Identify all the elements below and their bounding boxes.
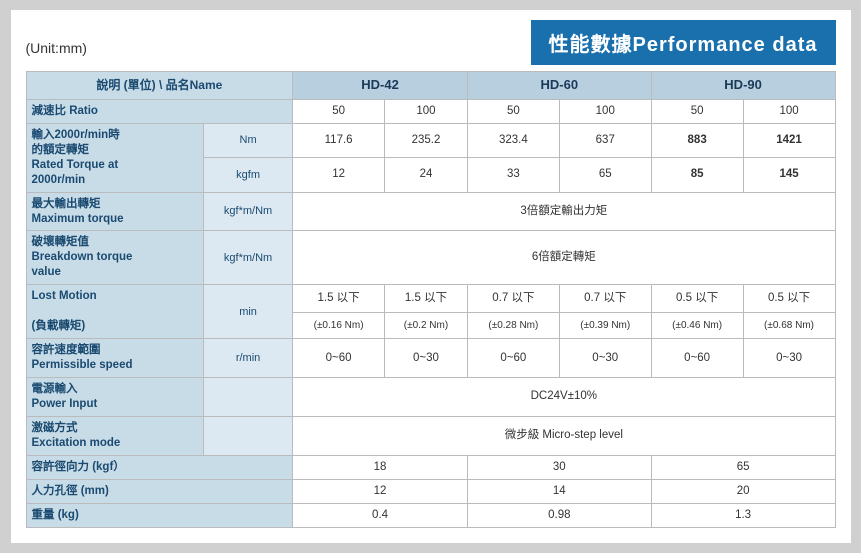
lm-sub-hd90-50: (±0.46 Nm) [651, 313, 743, 339]
ratio-hd42-50: 50 [293, 99, 385, 123]
torque-kgfm-unit: kgfm [203, 158, 292, 192]
weight-row: 重量 (kg) 0.4 0.98 1.3 [26, 503, 835, 527]
ps-hd60-100: 0~30 [559, 339, 651, 378]
lm-hd42-50: 1.5 以下 [293, 285, 385, 313]
torque-nm-hd90-50: 883 [651, 123, 743, 157]
lost-motion-row: Lost Motion(負載轉矩) min 1.5 以下 1.5 以下 0.7 … [26, 285, 835, 313]
page-title: 性能數據Performance data [531, 20, 836, 65]
bore-row: 人力孔徑 (mm) 12 14 20 [26, 479, 835, 503]
model-hd42: HD-42 [293, 72, 468, 100]
lm-hd60-100: 0.7 以下 [559, 285, 651, 313]
torque-nm-unit: Nm [203, 123, 292, 157]
power-input-label: 電源輸入Power Input [26, 377, 203, 416]
power-input-value: DC24V±10% [293, 377, 835, 416]
lost-motion-unit: min [203, 285, 292, 339]
ps-hd42-100: 0~30 [385, 339, 468, 378]
max-torque-row: 最大輸出轉矩Maximum torque kgf*m/Nm 3倍額定輸出力矩 [26, 192, 835, 231]
torque-kgfm-hd90-50: 85 [651, 158, 743, 192]
lm-hd90-50: 0.5 以下 [651, 285, 743, 313]
radial-force-label: 容許徑向力 (kgf） [26, 455, 293, 479]
bore-hd42: 12 [293, 479, 468, 503]
weight-hd90: 1.3 [651, 503, 835, 527]
torque-nm-hd42-50: 117.6 [293, 123, 385, 157]
unit-label: (Unit:mm) [26, 20, 87, 56]
ratio-hd60-100: 100 [559, 99, 651, 123]
torque-kgfm-hd42-50: 12 [293, 158, 385, 192]
ps-hd90-100: 0~30 [743, 339, 835, 378]
desc-header: 說明 (單位) \ 品名Name [26, 72, 293, 100]
max-torque-value: 3倍額定輸出力矩 [293, 192, 835, 231]
ratio-row: 減速比 Ratio 50 100 50 100 50 100 [26, 99, 835, 123]
lm-hd90-100: 0.5 以下 [743, 285, 835, 313]
performance-table: 說明 (單位) \ 品名Name HD-42 HD-60 HD-90 減速比 R… [26, 71, 836, 528]
header-row: (Unit:mm) 性能數據Performance data [26, 20, 836, 65]
model-hd60: HD-60 [467, 72, 651, 100]
ps-hd90-50: 0~60 [651, 339, 743, 378]
lost-motion-label: Lost Motion(負載轉矩) [26, 285, 203, 339]
weight-hd42: 0.4 [293, 503, 468, 527]
ps-hd42-50: 0~60 [293, 339, 385, 378]
lm-hd60-50: 0.7 以下 [467, 285, 559, 313]
ratio-hd60-50: 50 [467, 99, 559, 123]
ratio-hd42-100: 100 [385, 99, 468, 123]
torque-kgfm-hd90-100: 145 [743, 158, 835, 192]
bore-hd90: 20 [651, 479, 835, 503]
rf-hd42: 18 [293, 455, 468, 479]
breakdown-torque-row: 破壞轉矩值Breakdown torquevalue kgf*m/Nm 6倍額定… [26, 231, 835, 285]
bore-hd60: 14 [467, 479, 651, 503]
torque-nm-hd60-50: 323.4 [467, 123, 559, 157]
torque-nm-hd42-100: 235.2 [385, 123, 468, 157]
excitation-label: 激磁方式Excitation mode [26, 416, 203, 455]
torque-nm-hd60-100: 637 [559, 123, 651, 157]
torque-kgfm-hd60-100: 65 [559, 158, 651, 192]
torque-kgfm-hd60-50: 33 [467, 158, 559, 192]
ratio-label: 減速比 Ratio [26, 99, 293, 123]
excitation-row: 激磁方式Excitation mode 微步級 Micro-step level [26, 416, 835, 455]
weight-label: 重量 (kg) [26, 503, 293, 527]
breakdown-torque-label: 破壞轉矩值Breakdown torquevalue [26, 231, 203, 285]
power-input-unit [203, 377, 292, 416]
torque-nm-hd90-100: 1421 [743, 123, 835, 157]
max-torque-unit: kgf*m/Nm [203, 192, 292, 231]
torque-kgfm-hd42-100: 24 [385, 158, 468, 192]
lm-sub-hd90-100: (±0.68 Nm) [743, 313, 835, 339]
lm-sub-hd42-100: (±0.2 Nm) [385, 313, 468, 339]
power-input-row: 電源輸入Power Input DC24V±10% [26, 377, 835, 416]
ps-hd60-50: 0~60 [467, 339, 559, 378]
excitation-value: 微步級 Micro-step level [293, 416, 835, 455]
breakdown-torque-value: 6倍額定轉矩 [293, 231, 835, 285]
ratio-hd90-100: 100 [743, 99, 835, 123]
rf-hd90: 65 [651, 455, 835, 479]
breakdown-torque-unit: kgf*m/Nm [203, 231, 292, 285]
lm-sub-hd60-50: (±0.28 Nm) [467, 313, 559, 339]
perm-speed-unit: r/min [203, 339, 292, 378]
ratio-hd90-50: 50 [651, 99, 743, 123]
torque-label: 輸入2000r/min時的額定轉矩Rated Torque at2000r/mi… [26, 123, 203, 192]
radial-force-row: 容許徑向力 (kgf） 18 30 65 [26, 455, 835, 479]
lm-hd42-100: 1.5 以下 [385, 285, 468, 313]
rf-hd60: 30 [467, 455, 651, 479]
excitation-unit [203, 416, 292, 455]
page-container: (Unit:mm) 性能數據Performance data 說明 (單位) \… [11, 10, 851, 543]
lm-sub-hd60-100: (±0.39 Nm) [559, 313, 651, 339]
weight-hd60: 0.98 [467, 503, 651, 527]
model-hd90: HD-90 [651, 72, 835, 100]
torque-nm-row: 輸入2000r/min時的額定轉矩Rated Torque at2000r/mi… [26, 123, 835, 157]
max-torque-label: 最大輸出轉矩Maximum torque [26, 192, 203, 231]
perm-speed-row: 容許速度範圍Permissible speed r/min 0~60 0~30 … [26, 339, 835, 378]
perm-speed-label: 容許速度範圍Permissible speed [26, 339, 203, 378]
bore-label: 人力孔徑 (mm) [26, 479, 293, 503]
lm-sub-hd42-50: (±0.16 Nm) [293, 313, 385, 339]
